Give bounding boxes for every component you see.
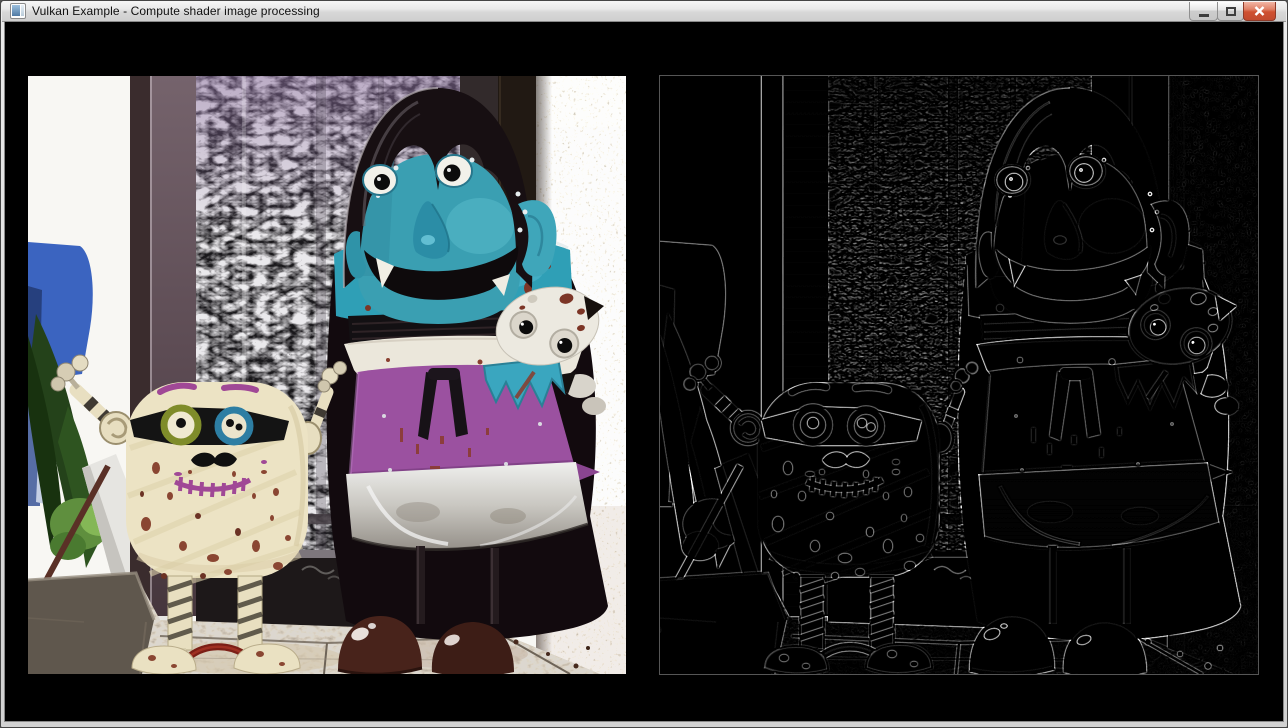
- minimize-icon: [1199, 14, 1209, 17]
- minimize-button[interactable]: [1189, 2, 1218, 21]
- close-button[interactable]: [1243, 2, 1276, 21]
- mummy-eyebrow-right: [224, 387, 256, 390]
- client-area: [5, 22, 1283, 721]
- edge-detected-scene: [660, 76, 1258, 674]
- maximize-icon: [1226, 7, 1236, 16]
- source-image-panel: [28, 76, 626, 674]
- close-icon: [1254, 6, 1265, 16]
- window-title: Vulkan Example - Compute shader image pr…: [32, 4, 320, 18]
- photo-scene: [28, 76, 626, 674]
- compute-output-panel: [660, 76, 1258, 674]
- mummy-eye-right: [218, 410, 250, 442]
- application-icon-pane: [21, 5, 24, 16]
- application-icon: [10, 3, 26, 19]
- titlebar[interactable]: Vulkan Example - Compute shader image pr…: [2, 1, 1286, 22]
- maximize-button[interactable]: [1217, 2, 1244, 21]
- caption-buttons: [1190, 2, 1276, 21]
- application-window: Vulkan Example - Compute shader image pr…: [0, 0, 1288, 728]
- application-icon-pane: [12, 5, 20, 16]
